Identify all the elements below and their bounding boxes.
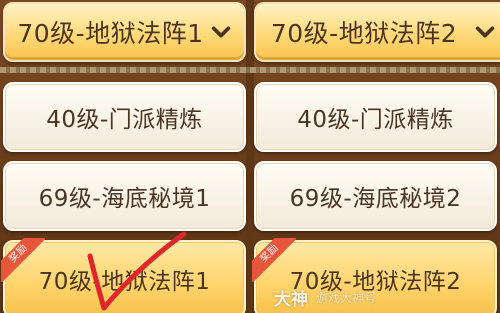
dungeon-select-right[interactable]: 70级-地狱法阵2: [254, 2, 500, 62]
option-left-3[interactable]: 奖励 70级-地狱法阵1: [1, 238, 246, 313]
chevron-down-icon: [211, 26, 231, 38]
dungeon-select-left-label: 70级-地狱法阵1: [17, 19, 204, 48]
option-left-3-label: 70级-地狱法阵1: [38, 269, 211, 295]
option-left-2[interactable]: 69级-海底秘境1: [3, 161, 246, 231]
reward-badge-label: 奖励: [252, 238, 296, 282]
dungeon-select-left[interactable]: 70级-地狱法阵1: [3, 2, 246, 62]
option-left-1-label: 40级-门派精炼: [46, 107, 203, 133]
reward-badge: 奖励: [1, 238, 45, 282]
reward-badge: 奖励: [252, 238, 296, 282]
option-right-2[interactable]: 69级-海底秘境2: [254, 161, 497, 231]
game-panel: 70级-地狱法阵1 70级-地狱法阵2 40级-门派精炼 69级-海底秘境1 奖…: [0, 0, 500, 313]
dropdown-divider: [0, 67, 500, 73]
watermark-logo: 大神: [274, 289, 308, 310]
option-left-1[interactable]: 40级-门派精炼: [3, 82, 246, 152]
option-left-2-label: 69级-海底秘境1: [38, 186, 211, 212]
reward-badge-label: 奖励: [1, 238, 45, 282]
option-right-1-label: 40级-门派精炼: [297, 107, 454, 133]
chevron-down-icon: [475, 26, 495, 38]
watermark: 大神 游戏大神号: [274, 286, 377, 310]
option-right-2-label: 69级-海底秘境2: [289, 186, 462, 212]
watermark-text: 游戏大神号: [316, 290, 377, 305]
dungeon-select-right-label: 70级-地狱法阵2: [270, 19, 458, 48]
option-right-1[interactable]: 40级-门派精炼: [254, 82, 497, 152]
